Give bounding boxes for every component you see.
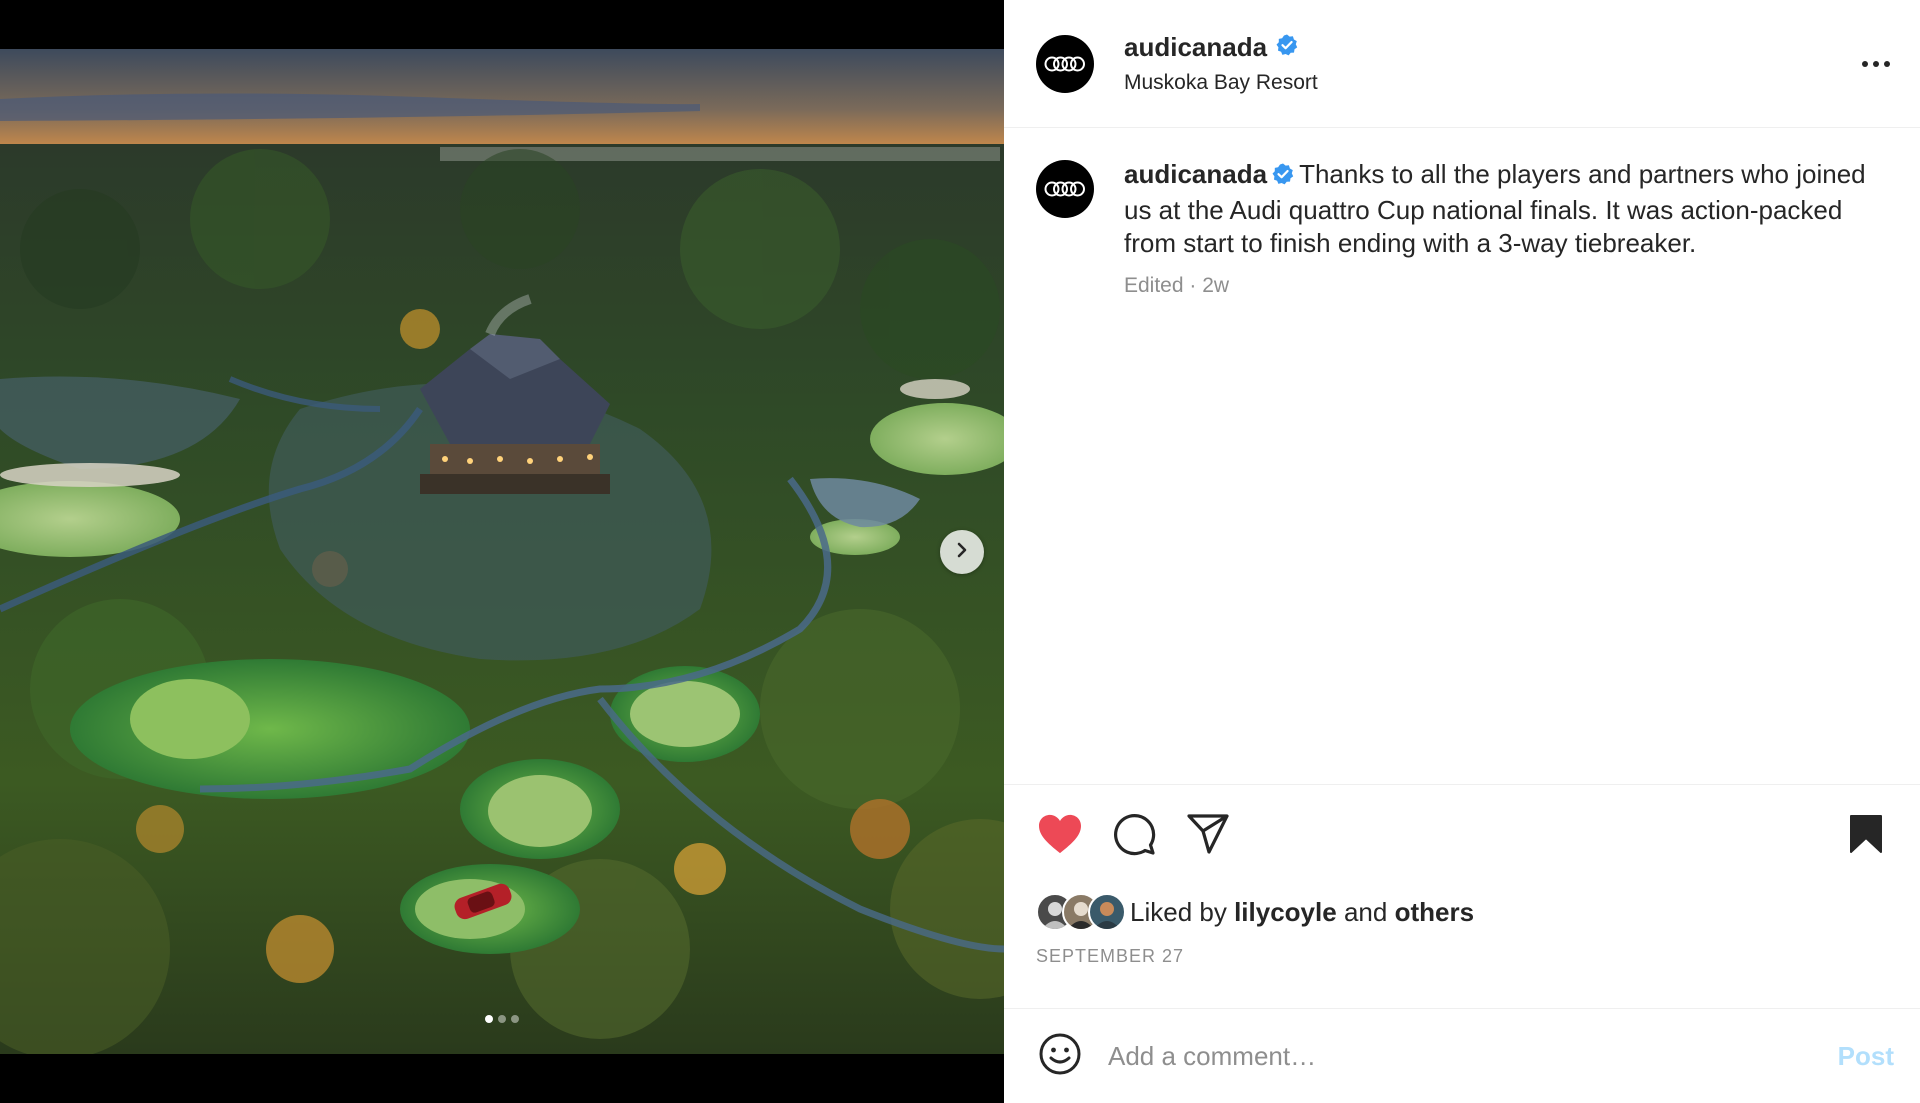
comment-input[interactable] xyxy=(1108,1040,1826,1072)
instagram-post-dialog: audicanada Muskoka Bay Resort audicanada… xyxy=(0,0,1920,1103)
avatar[interactable] xyxy=(1036,160,1094,218)
header-text: audicanada Muskoka Bay Resort xyxy=(1124,32,1854,95)
likes-text: Liked by lilycoyle and others xyxy=(1130,897,1474,928)
post-age[interactable]: 2w xyxy=(1202,274,1229,297)
ellipsis-icon xyxy=(1861,55,1891,73)
carousel-dot xyxy=(485,1015,493,1023)
avatar xyxy=(1088,893,1126,931)
comment-bubble-icon xyxy=(1112,812,1156,861)
liked-by-and: and xyxy=(1343,896,1388,927)
next-slide-button[interactable] xyxy=(940,530,984,574)
caption: audicanada Thanks to all the players and … xyxy=(1036,158,1880,298)
action-bar xyxy=(1004,784,1920,888)
chevron-right-icon xyxy=(953,541,971,564)
liker-avatars[interactable] xyxy=(1036,892,1128,932)
liked-by-user-link[interactable]: lilycoyle xyxy=(1234,897,1337,927)
save-button[interactable] xyxy=(1842,813,1890,861)
edited-label: Edited xyxy=(1124,274,1184,297)
post-details-panel: audicanada Muskoka Bay Resort audicanada… xyxy=(1004,0,1920,1103)
audi-rings-logo xyxy=(1044,181,1085,197)
post-photo[interactable] xyxy=(0,49,1004,1054)
share-button[interactable] xyxy=(1184,813,1232,861)
location-link[interactable]: Muskoka Bay Resort xyxy=(1124,71,1854,95)
verified-badge-icon xyxy=(1275,33,1299,62)
like-button[interactable] xyxy=(1036,813,1084,861)
caption-body: audicanada Thanks to all the players and … xyxy=(1124,158,1880,298)
bookmark-filled-icon xyxy=(1849,814,1883,859)
caption-meta: Edited · 2w xyxy=(1124,274,1880,298)
caption-text: audicanada Thanks to all the players and … xyxy=(1124,158,1880,260)
liked-by-prefix: Liked by xyxy=(1130,896,1227,927)
comment-button[interactable] xyxy=(1110,813,1158,861)
likes-row: Liked by lilycoyle and others xyxy=(1004,888,1920,936)
audi-rings-logo xyxy=(1044,56,1085,71)
carousel-dot xyxy=(511,1015,519,1023)
liked-by-others-link[interactable]: others xyxy=(1395,897,1474,927)
carousel-dot xyxy=(498,1015,506,1023)
carousel-indicator xyxy=(0,1015,1004,1023)
post-header: audicanada Muskoka Bay Resort xyxy=(1004,0,1920,128)
username-link[interactable]: audicanada xyxy=(1124,32,1267,63)
more-options-button[interactable] xyxy=(1854,42,1898,86)
heart-filled-icon xyxy=(1037,813,1083,860)
meta-separator: · xyxy=(1189,274,1197,297)
caption-username-link[interactable]: audicanada xyxy=(1124,159,1267,189)
smiley-icon xyxy=(1038,1032,1082,1081)
comments-section: audicanada Thanks to all the players and … xyxy=(1004,128,1920,784)
post-date[interactable]: SEPTEMBER 27 xyxy=(1004,936,1920,994)
avatar[interactable] xyxy=(1036,34,1094,93)
post-comment-button[interactable]: Post xyxy=(1838,1041,1894,1072)
media-panel xyxy=(0,0,1004,1103)
paper-plane-icon xyxy=(1186,813,1230,860)
verified-badge-icon xyxy=(1271,161,1295,194)
username-row: audicanada xyxy=(1124,32,1854,63)
add-comment-bar: Post xyxy=(1004,1008,1920,1103)
emoji-button[interactable] xyxy=(1036,1032,1084,1080)
